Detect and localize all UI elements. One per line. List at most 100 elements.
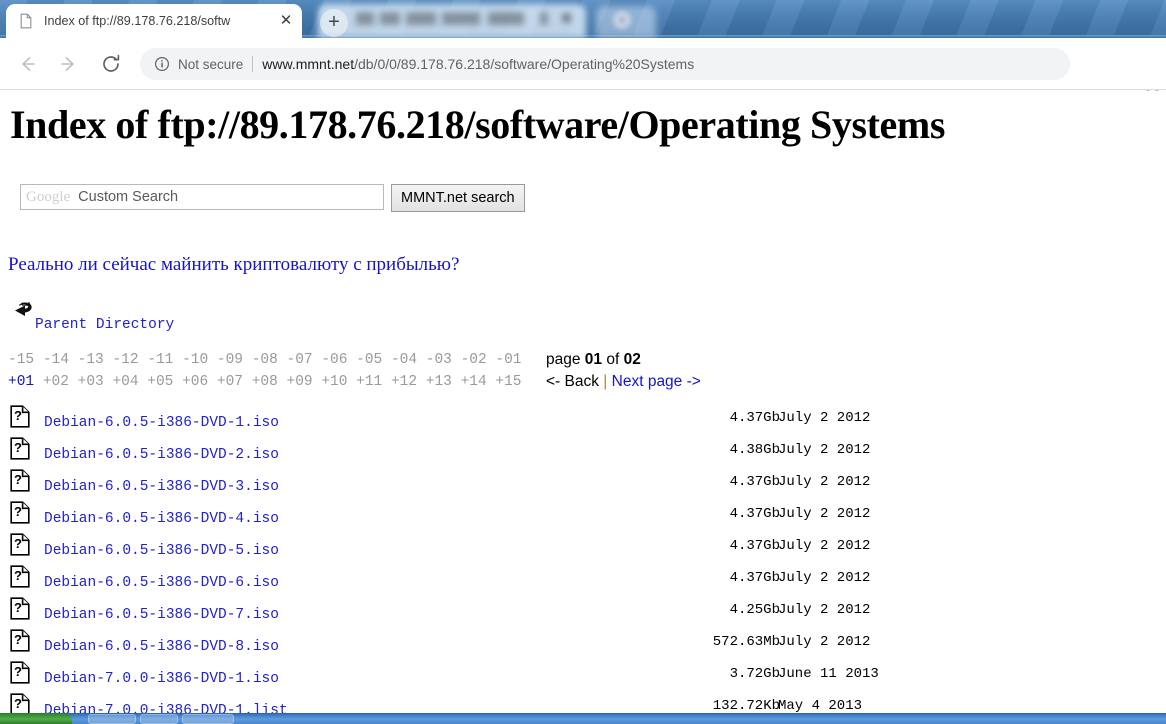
pager-offset--09[interactable]: -09 — [217, 352, 243, 368]
file-date: July 2 2012 — [778, 570, 871, 586]
pager-offset--10[interactable]: -10 — [182, 352, 208, 368]
unknown-file-icon: ? — [10, 629, 30, 652]
pager-offset--06[interactable]: -06 — [321, 352, 347, 368]
file-link[interactable]: Debian-6.0.5-i386-DVD-5.iso — [44, 543, 279, 559]
browser-tab-2-title — [356, 12, 556, 25]
next-page-link[interactable]: Next page -> — [612, 373, 701, 390]
file-link[interactable]: Debian-6.0.5-i386-DVD-4.iso — [44, 511, 279, 527]
pager-offsets: -15 -14 -13 -12 -11 -10 -09 -08 -07 -06 … — [8, 349, 521, 393]
file-date: July 2 2012 — [778, 442, 871, 458]
pager-offset-+15[interactable]: +15 — [495, 374, 521, 390]
pager-offset-+10[interactable]: +10 — [321, 374, 347, 390]
unknown-file-icon: ? — [10, 501, 30, 524]
promo-link[interactable]: Реально ли сейчас майнить криптовалюту с… — [8, 254, 459, 276]
pager-offset-+06[interactable]: +06 — [182, 374, 208, 390]
svg-text:?: ? — [14, 472, 22, 487]
pager-offset--13[interactable]: -13 — [78, 352, 104, 368]
svg-text:?: ? — [14, 504, 22, 519]
pager-offset--11[interactable]: -11 — [147, 352, 173, 368]
pager-offset--07[interactable]: -07 — [287, 352, 313, 368]
file-row: ? Debian-6.0.5-i386-DVD-8.iso 572.63Mb July… — [0, 629, 1166, 663]
svg-text:?: ? — [14, 440, 22, 455]
page-current: 01 — [584, 351, 603, 368]
file-link[interactable]: Debian-6.0.5-i386-DVD-7.iso — [44, 607, 279, 623]
file-date: June 11 2013 — [778, 666, 879, 682]
file-link[interactable]: Debian-6.0.5-i386-DVD-8.iso — [44, 639, 279, 655]
svg-text:?: ? — [14, 600, 22, 615]
file-size: 4.37Gb — [729, 474, 780, 490]
document-icon — [18, 13, 34, 29]
file-date: May 4 2013 — [778, 698, 863, 713]
svg-text:?: ? — [14, 536, 22, 551]
browser-tabstrip: Index of ftp://89.178.76.218/softw ✕ + — [0, 0, 1166, 38]
pager-offset-+11[interactable]: +11 — [356, 374, 382, 390]
svg-text:?: ? — [14, 696, 22, 711]
pager-offset--12[interactable]: -12 — [112, 352, 138, 368]
pager-offset--15[interactable]: -15 — [8, 352, 34, 368]
file-link[interactable]: Debian-6.0.5-i386-DVD-6.iso — [44, 575, 279, 591]
file-size: 132.72Kb — [712, 698, 780, 713]
unknown-file-icon: ? — [10, 533, 30, 556]
pager-offset-+02[interactable]: +02 — [43, 374, 69, 390]
new-tab-button[interactable]: + — [320, 9, 348, 37]
file-date: July 2 2012 — [778, 506, 871, 522]
pager-offset-+07[interactable]: +07 — [217, 374, 243, 390]
file-size: 4.38Gb — [729, 442, 780, 458]
pager-offset-+08[interactable]: +08 — [252, 374, 278, 390]
unknown-file-icon: ? — [10, 565, 30, 588]
page-total: 02 — [623, 351, 641, 368]
reload-icon[interactable] — [96, 49, 126, 79]
url-path: /db/0/0/89.178.76.218/software/Operating… — [354, 56, 695, 72]
file-link[interactable]: Debian-6.0.5-i386-DVD-3.iso — [44, 479, 279, 495]
start-button[interactable] — [0, 713, 72, 724]
address-bar[interactable]: Not secure www.mmnt.net/db/0/0/89.178.76… — [140, 48, 1070, 80]
pager-offset-+03[interactable]: +03 — [78, 374, 104, 390]
unknown-file-icon: ? — [10, 405, 30, 428]
info-circle-icon[interactable] — [154, 56, 170, 72]
file-row: ? Debian-6.0.5-i386-DVD-3.iso 4.37Gb July 2… — [0, 469, 1166, 503]
pager-offset--05[interactable]: -05 — [356, 352, 382, 368]
taskbar-item-1[interactable] — [88, 714, 136, 724]
pager-offset--14[interactable]: -14 — [43, 352, 69, 368]
back-icon[interactable] — [12, 49, 42, 79]
file-size: 4.37Gb — [729, 538, 780, 554]
pager-offset--08[interactable]: -08 — [252, 352, 278, 368]
file-link[interactable]: Debian-6.0.5-i386-DVD-2.iso — [44, 447, 279, 463]
mmnt-search-button[interactable]: MMNT.net search — [391, 184, 525, 212]
page-nav-links: <- Back | Next page -> — [546, 371, 701, 393]
pager-offset-+13[interactable]: +13 — [426, 374, 452, 390]
file-row: ? Debian-7.0.0-i386-DVD-1.list 132.72Kb May… — [0, 693, 1166, 713]
file-link[interactable]: Debian-6.0.5-i386-DVD-1.iso — [44, 415, 279, 431]
taskbar-item-3[interactable] — [182, 714, 234, 724]
file-date: July 2 2012 — [778, 634, 871, 650]
pager-offset-+05[interactable]: +05 — [147, 374, 173, 390]
forward-icon[interactable] — [54, 49, 84, 79]
pager-offset--04[interactable]: -04 — [391, 352, 417, 368]
file-size: 4.25Gb — [729, 602, 780, 618]
pager-offset-+14[interactable]: +14 — [461, 374, 487, 390]
pager-positive-row[interactable]: +01 +02 +03 +04 +05 +06 +07 +08 +09 +10 … — [8, 371, 521, 393]
pager-offset-+04[interactable]: +04 — [112, 374, 138, 390]
pager-offset--01[interactable]: -01 — [495, 352, 521, 368]
file-link[interactable]: Debian-7.0.0-i386-DVD-1.iso — [44, 671, 279, 687]
page-counter-prefix: page — [546, 351, 585, 368]
file-row: ? Debian-7.0.0-i386-DVD-1.iso 3.72Gb June 1… — [0, 661, 1166, 695]
taskbar-item-2[interactable] — [140, 714, 178, 724]
svg-text:?: ? — [14, 568, 22, 583]
os-taskbar — [0, 713, 1166, 724]
browser-tab-1[interactable]: Index of ftp://89.178.76.218/softw ✕ — [6, 4, 302, 38]
pager-offset-+12[interactable]: +12 — [391, 374, 417, 390]
close-icon[interactable]: ✕ — [278, 13, 294, 29]
pager-offset-+01[interactable]: +01 — [8, 374, 34, 390]
parent-directory-link[interactable]: Parent Directory — [35, 317, 174, 333]
parent-directory-row[interactable]: Parent Directory — [10, 296, 174, 333]
browser-tab-2-close-icon[interactable] — [562, 13, 571, 23]
pager-negative-row[interactable]: -15 -14 -13 -12 -11 -10 -09 -08 -07 -06 … — [8, 349, 521, 371]
search-input[interactable]: Google Custom Search — [20, 184, 384, 210]
pager-offset-+09[interactable]: +09 — [287, 374, 313, 390]
file-row: ? Debian-6.0.5-i386-DVD-6.iso 4.37Gb July 2… — [0, 565, 1166, 599]
browser-tab-3-favicon — [614, 12, 630, 28]
file-link[interactable]: Debian-7.0.0-i386-DVD-1.list — [44, 703, 288, 713]
pager-offset--03[interactable]: -03 — [426, 352, 452, 368]
pager-offset--02[interactable]: -02 — [461, 352, 487, 368]
